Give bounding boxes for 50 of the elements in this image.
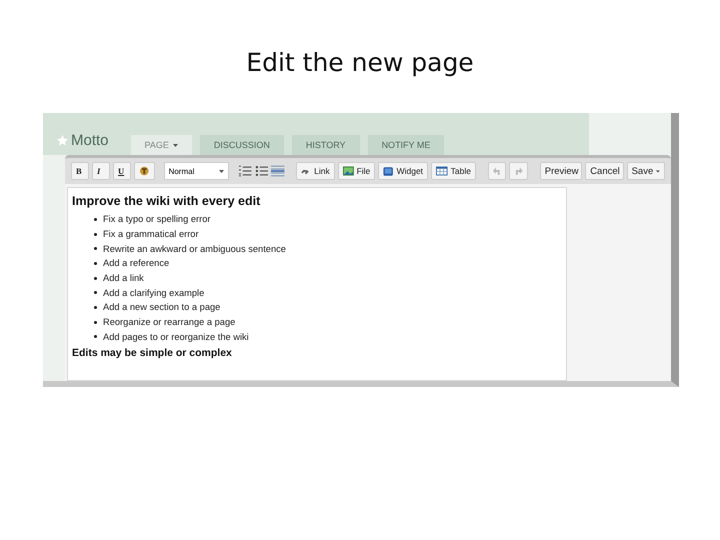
bullet-icon [94, 232, 97, 236]
list-item-text: Add a clarifying example [103, 288, 204, 298]
insert-widget-button[interactable]: Widget [378, 162, 428, 180]
star-icon [57, 135, 68, 146]
caret-icon [219, 170, 224, 172]
content-heading: Improve the wiki with every edit [72, 194, 262, 208]
bullet-icon [94, 218, 97, 221]
horizontal-rule-icon[interactable] [271, 165, 285, 177]
redo-arrow-icon [514, 166, 523, 176]
insert-link-button[interactable]: Link [296, 162, 335, 180]
bullet-icon [94, 276, 97, 280]
list-item-text: Add a reference [103, 258, 170, 268]
slide-title: Edit the new page [246, 48, 474, 77]
action-button[interactable]: Cancel [585, 162, 624, 180]
list-item-text: Add pages to or reorganize the wiki [103, 332, 249, 342]
list-item-text: Rewrite an awkward or ambiguous sentence [103, 244, 286, 254]
page-tab[interactable]: HISTORY [292, 135, 360, 155]
action-button[interactable]: Save [626, 162, 666, 180]
bullet-icon [94, 247, 97, 250]
bullet-icon [94, 335, 97, 338]
bold-button[interactable]: B [71, 162, 89, 180]
chain-link-icon [301, 166, 312, 176]
document-area[interactable] [67, 187, 567, 381]
table-icon [436, 166, 448, 176]
bullet-icon [94, 306, 97, 309]
undo-arrow-icon [492, 166, 502, 176]
bulleted-list-icon[interactable] [254, 165, 268, 177]
style-select[interactable]: Normal [164, 162, 230, 180]
list-item-text: Reorganize or rearrange a page [103, 317, 236, 328]
insert-table-button[interactable]: Table [431, 162, 476, 180]
monitor-icon [383, 166, 394, 176]
paint-icon [139, 165, 150, 177]
underline-button[interactable]: U [113, 162, 131, 180]
italic-button[interactable]: I [92, 162, 110, 180]
action-button[interactable]: Preview [540, 162, 582, 180]
numbered-list-icon[interactable] [238, 165, 252, 177]
page-tab[interactable]: DISCUSSION [200, 135, 284, 155]
bullet-icon [94, 291, 97, 294]
list-item-text: Add a new section to a page [103, 302, 220, 312]
bullet-icon [94, 320, 97, 324]
list-item-text: Fix a grammatical error [103, 229, 199, 240]
page-tab[interactable]: NOTIFY ME [368, 135, 444, 155]
list-item-text: Fix a typo or spelling error [103, 214, 210, 224]
image-file-icon [342, 166, 354, 176]
list-item-text: Add a link [103, 273, 144, 284]
text-color-button[interactable] [134, 162, 155, 180]
insert-file-button[interactable]: File [338, 162, 376, 180]
logo-text: Motto [71, 132, 109, 149]
bullet-icon [94, 262, 97, 265]
content-subheading: Edits may be simple or complex [72, 347, 233, 360]
